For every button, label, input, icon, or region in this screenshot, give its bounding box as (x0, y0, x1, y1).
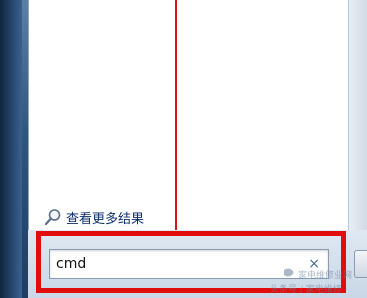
search-highlight-annotation (36, 231, 346, 293)
start-menu-right-pane (177, 0, 367, 230)
search-magnifier-icon (44, 209, 61, 226)
see-more-results-label: 查看更多结果 (66, 211, 145, 227)
start-menu-results-pane (28, 0, 176, 230)
right-pane-edge (348, 0, 367, 230)
shutdown-button-edge[interactable] (354, 250, 367, 278)
window-left-edge (0, 0, 22, 298)
see-more-results-link[interactable]: 查看更多结果 (44, 206, 144, 228)
